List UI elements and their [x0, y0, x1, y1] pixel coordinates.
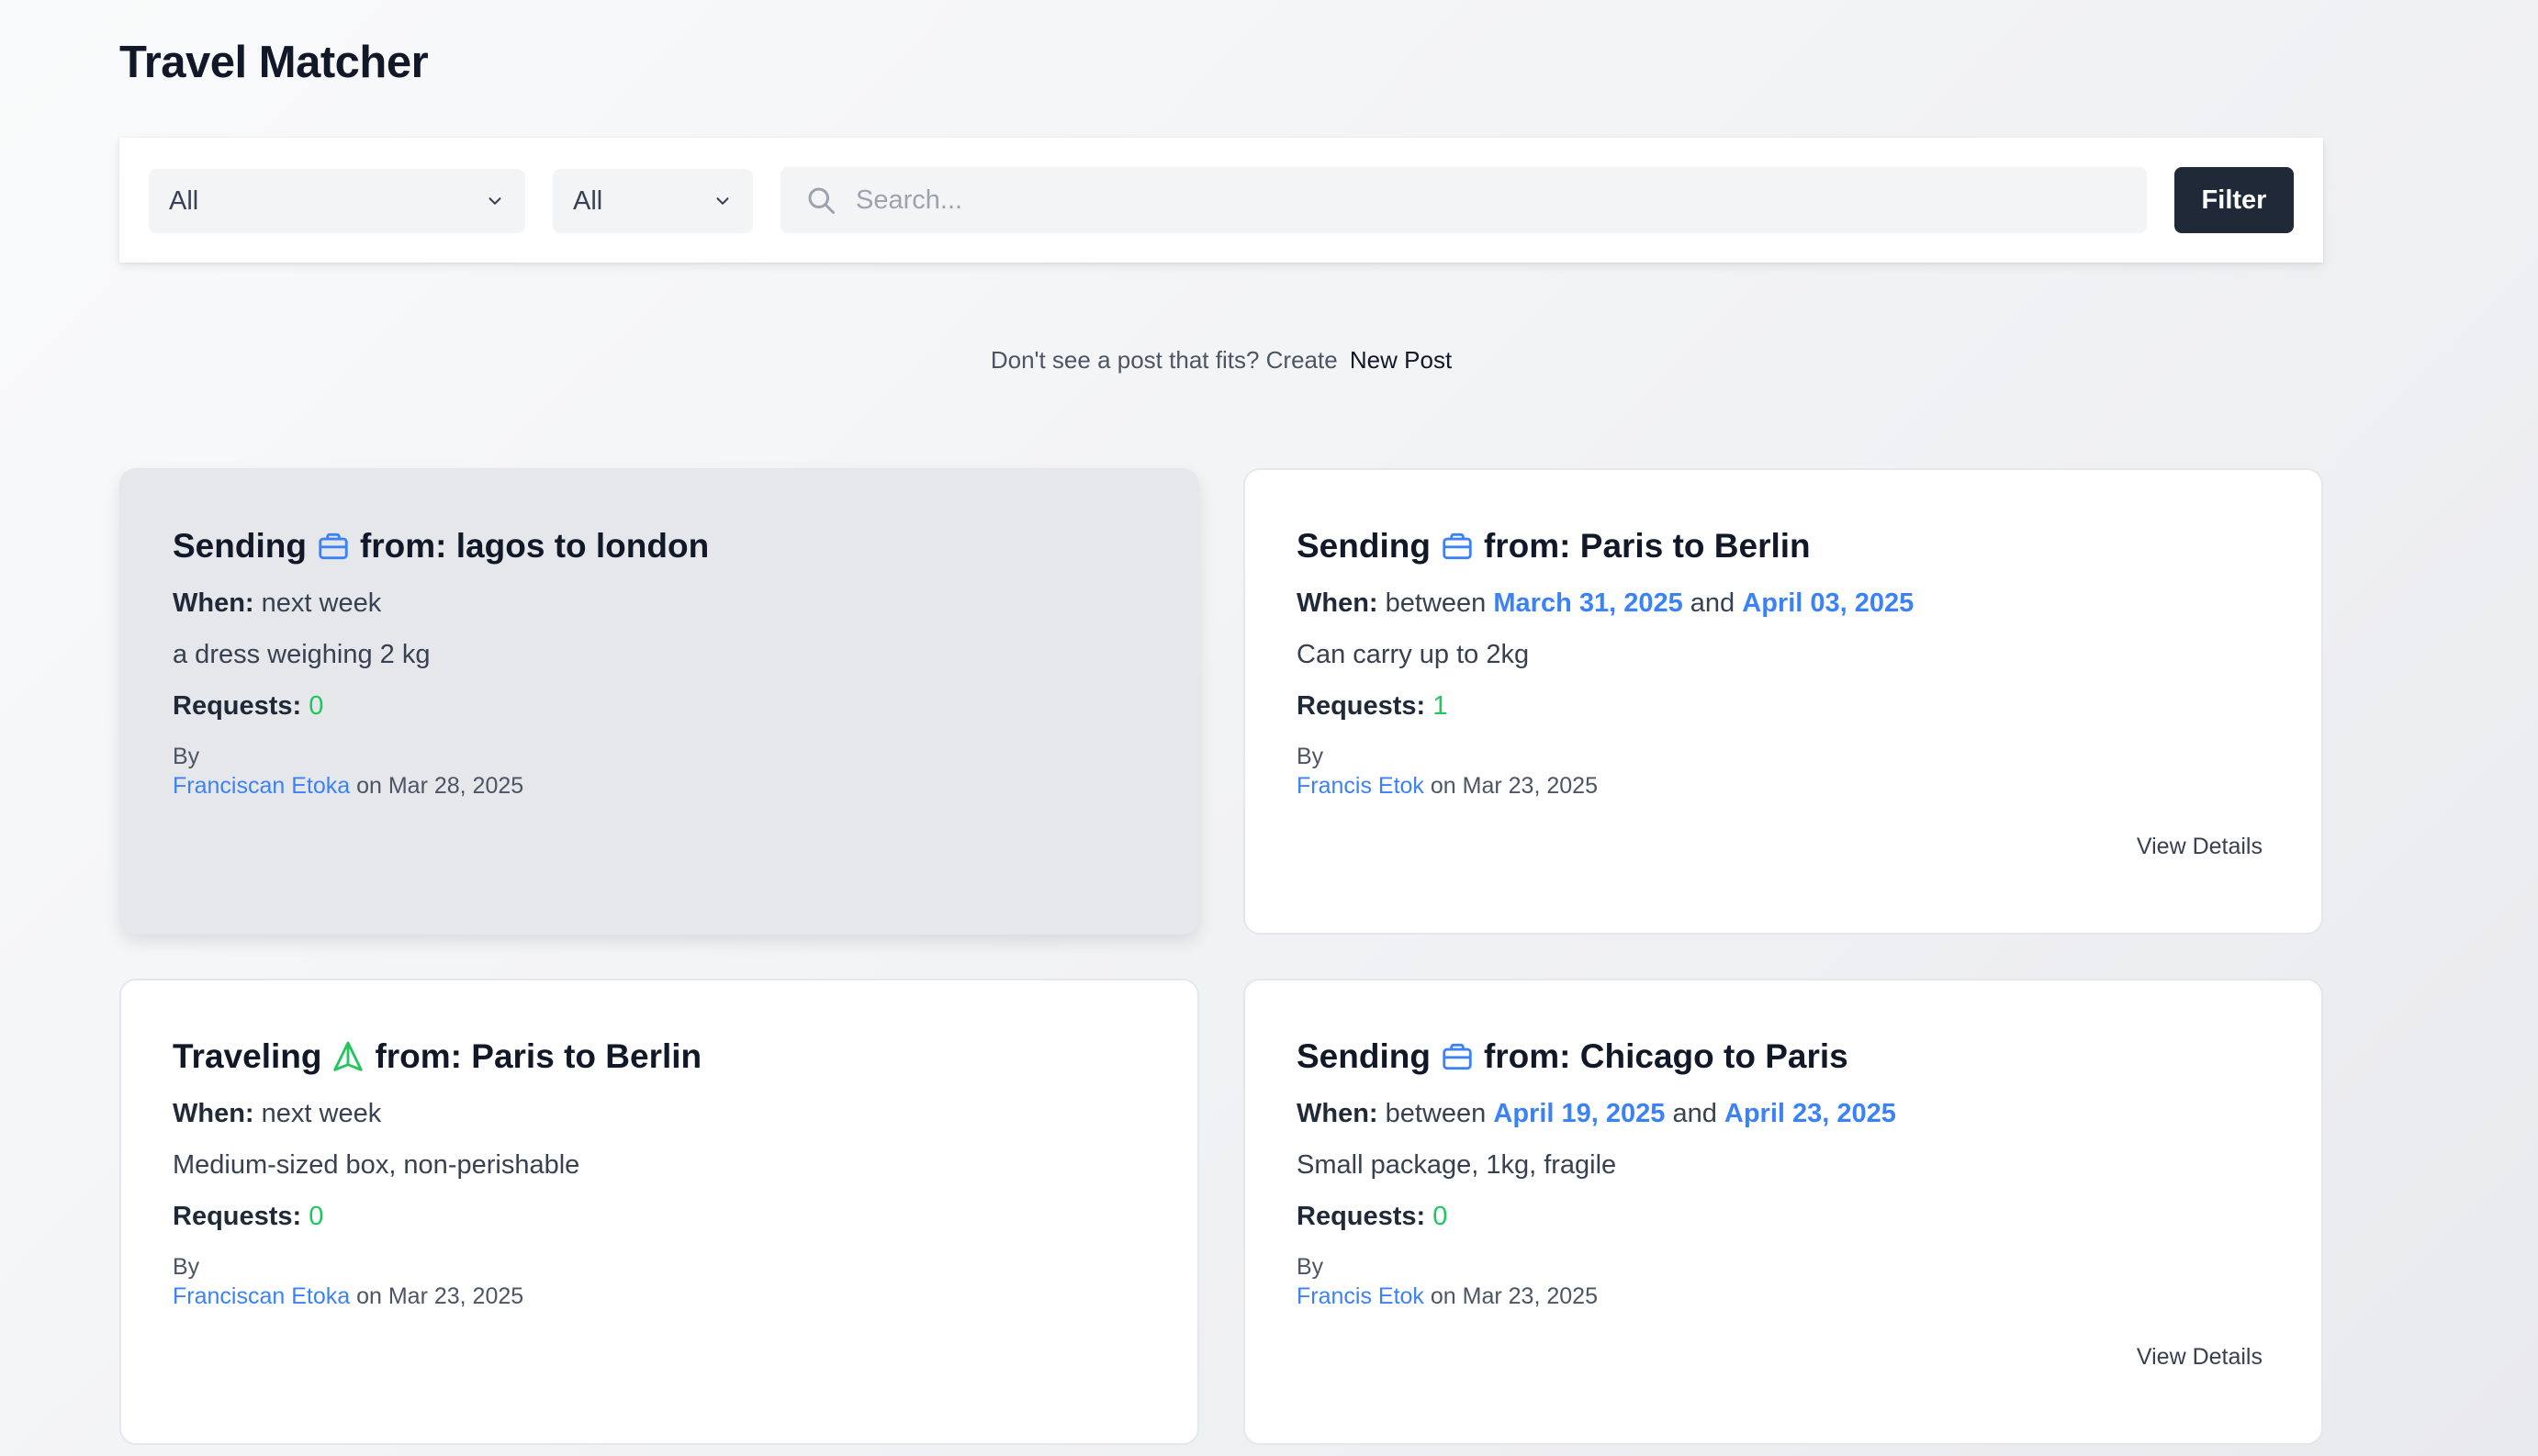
author-link[interactable]: Franciscan Etoka	[173, 773, 350, 799]
post-kind: Sending	[1297, 527, 1431, 565]
search-box	[780, 167, 2147, 233]
post-card[interactable]: Sending from: Chicago to Paris When: bet…	[1243, 979, 2323, 1445]
on-label: on	[356, 1283, 382, 1309]
when-label: When:	[173, 588, 254, 618]
type-select-value: All	[169, 185, 199, 216]
post-meta: By Francis Etok on Mar 23, 2025	[1297, 1252, 2270, 1311]
briefcase-icon	[1443, 532, 1472, 560]
requests-row: Requests: 0	[173, 1199, 1146, 1234]
post-description: a dress weighing 2 kg	[173, 640, 431, 669]
requests-label: Requests:	[173, 1202, 302, 1231]
filter-bar: All All Filter	[119, 138, 2323, 263]
on-label: on	[356, 773, 382, 799]
when-end-date: April 03, 2025	[1742, 588, 1915, 618]
post-kind: Sending	[173, 527, 307, 565]
post-date: Mar 23, 2025	[1462, 1283, 1598, 1309]
between-label: between	[1385, 588, 1487, 618]
search-icon	[808, 187, 835, 214]
category-select-value: All	[573, 185, 603, 216]
author-link[interactable]: Francis Etok	[1297, 773, 1424, 799]
send-arrow-icon	[333, 1041, 364, 1071]
post-description: Small package, 1kg, fragile	[1297, 1150, 1617, 1180]
author-link[interactable]: Francis Etok	[1297, 1283, 1424, 1309]
requests-count: 0	[309, 691, 324, 721]
when-start-date: April 19, 2025	[1493, 1099, 1666, 1128]
requests-count: 0	[1432, 1202, 1448, 1231]
requests-label: Requests:	[173, 691, 302, 721]
when-label: When:	[1297, 1099, 1378, 1128]
post-route: lagos to london	[455, 527, 710, 565]
post-card[interactable]: Sending from: lagos to london When: next…	[119, 468, 1199, 935]
create-post-text: Don't see a post that fits? Create	[990, 346, 1338, 374]
post-meta: By Franciscan Etoka on Mar 28, 2025	[173, 742, 1146, 801]
post-kind: Sending	[1297, 1037, 1431, 1075]
chevron-down-icon	[489, 197, 501, 205]
when-label: When:	[173, 1099, 254, 1128]
view-details-link[interactable]: View Details	[2137, 1344, 2263, 1371]
view-details-link[interactable]: View Details	[2137, 834, 2263, 860]
post-title: Sending from: Chicago to Paris	[1297, 1034, 2270, 1080]
chevron-down-icon	[716, 197, 729, 205]
by-label: By	[1297, 744, 1324, 769]
post-route: Paris to Berlin	[471, 1037, 702, 1075]
from-label: from:	[1483, 527, 1571, 565]
briefcase-icon	[319, 532, 348, 560]
type-select[interactable]: All	[149, 169, 525, 233]
post-date: Mar 23, 2025	[387, 1283, 524, 1309]
requests-row: Requests: 0	[1297, 1199, 2270, 1234]
post-kind: Traveling	[173, 1037, 322, 1075]
search-input[interactable]	[856, 185, 2095, 216]
when-row: When: next week	[173, 1096, 1146, 1131]
post-meta: By Francis Etok on Mar 23, 2025	[1297, 742, 2270, 801]
new-post-link[interactable]: New Post	[1350, 346, 1452, 374]
requests-row: Requests: 0	[173, 689, 1146, 723]
when-label: When:	[1297, 588, 1378, 618]
briefcase-icon	[1443, 1043, 1472, 1070]
requests-label: Requests:	[1297, 691, 1426, 721]
from-label: from:	[359, 527, 447, 565]
by-label: By	[1297, 1254, 1324, 1280]
post-route: Chicago to Paris	[1579, 1037, 1848, 1075]
post-route: Paris to Berlin	[1579, 527, 1811, 565]
app-title: Travel Matcher	[119, 38, 429, 87]
requests-count: 0	[309, 1202, 324, 1231]
between-label: between	[1385, 1099, 1487, 1128]
post-card[interactable]: Sending from: Paris to Berlin When: betw…	[1243, 468, 2323, 935]
author-link[interactable]: Franciscan Etoka	[173, 1283, 350, 1309]
post-meta: By Franciscan Etoka on Mar 23, 2025	[173, 1252, 1146, 1311]
when-row: When: next week	[173, 586, 1146, 621]
post-date: Mar 23, 2025	[1462, 773, 1598, 799]
on-label: on	[1430, 1283, 1456, 1309]
when-value: next week	[261, 588, 382, 618]
post-card[interactable]: Traveling from: Paris to Berlin When: ne…	[119, 979, 1199, 1445]
create-post-prompt: Don't see a post that fits? Create New P…	[0, 346, 2443, 375]
when-row: When: between April 19, 2025 and April 2…	[1297, 1096, 2270, 1131]
post-description: Can carry up to 2kg	[1297, 640, 1530, 669]
requests-row: Requests: 1	[1297, 689, 2270, 723]
post-title: Traveling from: Paris to Berlin	[173, 1034, 1146, 1080]
from-label: from:	[1483, 1037, 1571, 1075]
and-label: and	[1672, 1099, 1717, 1128]
category-select[interactable]: All	[553, 169, 753, 233]
by-label: By	[173, 744, 200, 769]
when-start-date: March 31, 2025	[1493, 588, 1683, 618]
and-label: and	[1690, 588, 1735, 618]
when-row: When: between March 31, 2025 and April 0…	[1297, 586, 2270, 621]
post-title: Sending from: lagos to london	[173, 523, 1146, 569]
requests-count: 1	[1432, 691, 1448, 721]
post-title: Sending from: Paris to Berlin	[1297, 523, 2270, 569]
post-description: Medium-sized box, non-perishable	[173, 1150, 580, 1180]
from-label: from:	[375, 1037, 462, 1075]
by-label: By	[173, 1254, 200, 1280]
when-end-date: April 23, 2025	[1724, 1099, 1896, 1128]
filter-button[interactable]: Filter	[2174, 167, 2294, 233]
post-date: Mar 28, 2025	[387, 773, 524, 799]
requests-label: Requests:	[1297, 1202, 1426, 1231]
when-value: next week	[261, 1099, 382, 1128]
on-label: on	[1430, 773, 1456, 799]
